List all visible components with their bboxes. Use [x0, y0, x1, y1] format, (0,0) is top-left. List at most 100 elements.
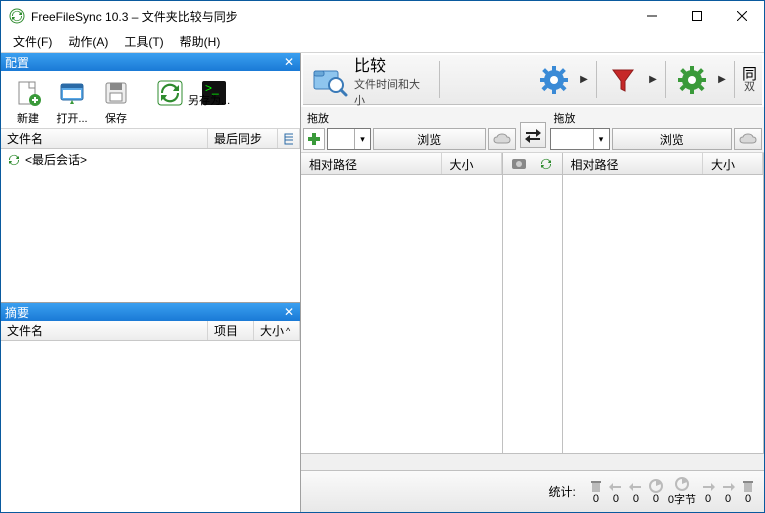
right-dragdrop-label: 拖放 [550, 109, 763, 127]
stat-create-left-icon [629, 479, 643, 493]
menu-help[interactable]: 帮助(H) [172, 31, 229, 52]
stats-icons: 0 0 0 0 0字节 0 0 0 [586, 477, 758, 507]
filter-dropdown[interactable]: ▶ [645, 57, 661, 102]
right-col-relpath[interactable]: 相对路径 [563, 153, 704, 174]
stat-delete-right-icon [741, 479, 755, 493]
stat-bytes-label: 0字节 [668, 491, 696, 507]
stat-delete-left-icon [589, 479, 603, 493]
add-pair-button[interactable] [303, 128, 325, 150]
category-view-icon[interactable] [511, 157, 527, 171]
left-cloud-button[interactable] [488, 128, 516, 150]
funnel-icon [608, 65, 638, 95]
status-bar: 统计: 0 0 0 0 0字节 0 0 0 [301, 470, 764, 512]
filter-button[interactable] [601, 57, 645, 102]
right-folder-side: 拖放 ▾ 浏览 [550, 109, 763, 150]
save-as-sync-button[interactable] [149, 75, 191, 111]
stat-val-5: 0 [725, 493, 731, 505]
gear-green-icon [677, 65, 707, 95]
compare-button[interactable]: 比较 文件时间和大小 [305, 57, 435, 102]
right-grid-body[interactable] [563, 175, 764, 453]
app-icon [9, 8, 25, 24]
middle-grid-body[interactable] [503, 175, 562, 453]
menu-tools[interactable]: 工具(T) [116, 31, 171, 52]
left-folder-side: 拖放 ▾ 浏览 [303, 109, 516, 150]
col-filename[interactable]: 文件名 [1, 129, 208, 148]
config-panel-header: 配置 ✕ [1, 53, 300, 71]
stat-update-right-icon [721, 479, 735, 493]
config-toolbar: 新建 打开... 保存 >_ 另存为... [1, 71, 300, 129]
summary-panel: 摘要 ✕ 文件名 项目 大小^ [1, 302, 300, 512]
sync-settings-dropdown[interactable]: ▶ [714, 57, 730, 102]
swap-sides-button[interactable] [520, 122, 546, 148]
new-button[interactable]: 新建 [7, 75, 49, 128]
stat-val-0: 0 [593, 493, 599, 505]
sync-label-bottom: 双 [744, 82, 755, 93]
right-grid: 相对路径 大小 [563, 153, 765, 453]
stat-val-3: 0 [653, 493, 659, 505]
sync-settings-button[interactable] [670, 57, 714, 102]
maximize-button[interactable] [674, 1, 719, 31]
right-col-size[interactable]: 大小 [703, 153, 763, 174]
sum-col-items[interactable]: 项目 [208, 321, 254, 340]
horizontal-scrollbar[interactable] [301, 453, 764, 470]
menu-file[interactable]: 文件(F) [5, 31, 60, 52]
left-pane: 配置 ✕ 新建 打开... 保存 >_ 另存为... [1, 53, 301, 512]
left-folder-combo[interactable]: ▾ [327, 128, 371, 150]
compare-settings-dropdown[interactable]: ▶ [576, 57, 592, 102]
right-cloud-button[interactable] [734, 128, 762, 150]
right-browse-button[interactable]: 浏览 [612, 128, 733, 150]
compare-subtitle: 文件时间和大小 [354, 76, 428, 108]
session-row[interactable]: <最后会话> [1, 149, 300, 170]
open-button[interactable]: 打开... [51, 75, 93, 128]
summary-list[interactable] [1, 341, 300, 512]
gear-blue-icon [539, 65, 569, 95]
col-toggle-icon[interactable] [278, 129, 300, 148]
left-dragdrop-label: 拖放 [303, 109, 516, 127]
sum-col-size[interactable]: 大小^ [254, 321, 300, 340]
stat-val-2: 0 [633, 493, 639, 505]
close-button[interactable] [719, 1, 764, 31]
open-icon [56, 77, 88, 109]
chevron-down-icon: ▾ [593, 129, 609, 149]
summary-panel-close-icon[interactable]: ✕ [282, 305, 296, 319]
save-button[interactable]: 保存 [95, 75, 137, 128]
new-icon [12, 77, 44, 109]
right-pane: 比较 文件时间和大小 ▶ ▶ ▶ 同 双 [301, 53, 764, 512]
sync-button[interactable]: 同 双 [739, 57, 760, 102]
left-browse-button[interactable]: 浏览 [373, 128, 486, 150]
summary-columns: 文件名 项目 大小^ [1, 321, 300, 341]
stat-val-6: 0 [745, 493, 751, 505]
compare-settings-button[interactable] [532, 57, 576, 102]
stat-val-1: 0 [613, 493, 619, 505]
menu-action[interactable]: 动作(A) [60, 31, 116, 52]
folder-pair-row: 拖放 ▾ 浏览 拖放 ▾ 浏览 [301, 107, 764, 153]
stat-val-4: 0 [705, 493, 711, 505]
left-col-relpath[interactable]: 相对路径 [301, 153, 442, 174]
swap-sides-area [518, 109, 548, 150]
col-lastsync[interactable]: 最后同步 [208, 129, 278, 148]
left-col-size[interactable]: 大小 [442, 153, 502, 174]
stat-bytes-icon [675, 477, 689, 491]
left-grid-body[interactable] [301, 175, 502, 453]
session-list[interactable]: <最后会话> [1, 149, 300, 302]
compare-title: 比较 [354, 53, 386, 76]
save-as-sync-icon [154, 77, 186, 109]
left-grid: 相对路径 大小 [301, 153, 503, 453]
save-icon [100, 77, 132, 109]
config-panel-title: 配置 [5, 54, 29, 71]
save-as-label: 另存为... [188, 92, 230, 108]
minimize-button[interactable] [629, 1, 674, 31]
stat-create-right-icon [701, 479, 715, 493]
new-label: 新建 [17, 110, 39, 126]
right-folder-combo[interactable]: ▾ [550, 128, 610, 150]
session-last-label: <最后会话> [25, 151, 87, 168]
compare-icon [312, 63, 348, 97]
action-view-icon[interactable] [539, 157, 553, 171]
config-panel-close-icon[interactable]: ✕ [282, 55, 296, 69]
config-columns: 文件名 最后同步 [1, 129, 300, 149]
sum-col-filename[interactable]: 文件名 [1, 321, 208, 340]
chevron-down-icon: ▾ [354, 129, 370, 149]
sync-icon [7, 153, 21, 167]
stat-update-left-icon [609, 479, 623, 493]
sync-label-top: 同 [742, 67, 757, 82]
